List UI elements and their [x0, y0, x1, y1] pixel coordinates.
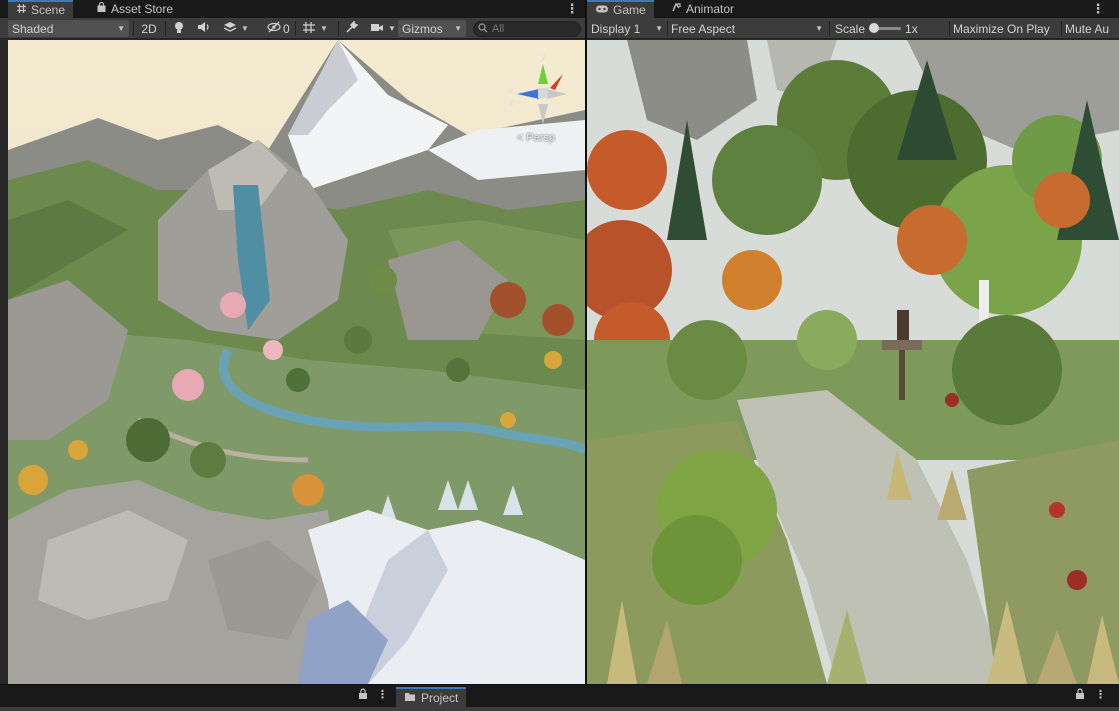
tab-animator-label: Animator: [686, 2, 735, 16]
maximize-on-play-toggle[interactable]: Maximize On Play: [949, 20, 1061, 37]
aspect-dropdown[interactable]: Free Aspect ▼: [667, 20, 827, 37]
game-render: [587, 40, 1119, 684]
gizmo-axis-z-label: z: [509, 98, 514, 109]
tools-button[interactable]: [341, 19, 361, 37]
chevron-down-icon: ▼: [320, 24, 328, 33]
lighting-toggle-button[interactable]: [169, 20, 189, 37]
chevron-down-icon: ▼: [388, 24, 396, 33]
game-viewport[interactable]: [587, 40, 1119, 684]
scene-panel: Scene Asset Store ⋮ Shaded ▼ 2D ▼ 0 ▼ ▼ …: [0, 0, 585, 684]
tab-animator[interactable]: Animator: [663, 0, 742, 18]
shading-mode-value: Shaded: [12, 21, 54, 36]
gamepad-icon: [595, 4, 609, 17]
grid-snap-icon: [302, 21, 316, 37]
bottom-left-menu-button[interactable]: ⋮: [377, 688, 388, 701]
scale-control: Scale 1x: [831, 20, 949, 37]
folder-icon: [404, 691, 416, 705]
camera-icon: [370, 22, 384, 36]
bottom-right-menu-button[interactable]: ⋮: [1095, 688, 1106, 701]
shading-mode-dropdown[interactable]: Shaded ▼: [8, 20, 129, 37]
hidden-objects-toggle[interactable]: 0: [263, 20, 293, 37]
tab-game-label: Game: [613, 3, 646, 17]
scale-value: 1x: [905, 21, 918, 36]
gizmos-label: Gizmos: [402, 21, 443, 36]
tab-scene[interactable]: Scene: [8, 0, 74, 18]
mute-audio-label: Mute Au: [1065, 21, 1110, 36]
scale-label: Scale: [835, 21, 866, 36]
bottom-panel-content: [0, 707, 1119, 711]
game-tabbar: Game Animator ⋮: [587, 0, 1119, 18]
scene-viewport[interactable]: y x z < Persp: [8, 40, 585, 684]
lock-icon[interactable]: [358, 688, 368, 702]
grid-icon: [16, 3, 27, 17]
display-value: Display 1: [591, 21, 641, 36]
chevron-down-icon: ▼: [117, 24, 125, 33]
shopping-bag-icon: [96, 1, 107, 16]
game-panel: Game Animator ⋮ Display 1 ▼ Free Aspect …: [587, 0, 1119, 684]
toggle-2d-label: 2D: [141, 21, 157, 36]
tab-project-label: Project: [421, 691, 459, 705]
scene-search[interactable]: [473, 21, 581, 37]
wrench-icon: [345, 19, 359, 37]
chevron-down-icon: ▼: [241, 24, 249, 33]
aspect-value: Free Aspect: [671, 21, 736, 36]
lock-icon[interactable]: [1075, 688, 1085, 702]
tab-scene-label: Scene: [31, 3, 66, 17]
display-dropdown[interactable]: Display 1 ▼: [587, 20, 667, 37]
camera-settings-dropdown[interactable]: ▼: [366, 20, 398, 37]
eye-slash-icon: [267, 21, 281, 36]
scene-panel-menu-button[interactable]: ⋮: [565, 0, 579, 18]
toggle-2d-button[interactable]: 2D: [137, 20, 161, 37]
tab-asset-store-label: Asset Store: [111, 2, 174, 16]
scale-slider-thumb[interactable]: [869, 23, 880, 33]
search-icon: [478, 22, 488, 36]
scene-tabbar: Scene Asset Store ⋮: [0, 0, 585, 18]
gizmos-dropdown[interactable]: Gizmos ▼: [398, 20, 466, 37]
game-toolbar: Display 1 ▼ Free Aspect ▼ Scale 1x Maxim…: [587, 18, 1119, 39]
gizmo-axis-y-label: y: [541, 52, 546, 63]
maximize-on-play-label: Maximize On Play: [953, 21, 1050, 36]
light-bulb-icon: [173, 21, 185, 37]
scene-render: [8, 40, 585, 684]
animator-icon: [671, 2, 682, 16]
scale-slider[interactable]: [869, 23, 902, 33]
scene-search-input[interactable]: [492, 23, 572, 35]
hidden-objects-count: 0: [283, 21, 290, 36]
grid-snapping-dropdown[interactable]: ▼: [298, 20, 338, 37]
layers-icon: [223, 21, 237, 36]
bottom-panel-bar: ⋮ Project ⋮: [0, 684, 1119, 711]
gizmo-axis-x-label: x: [509, 86, 514, 97]
speaker-icon: [197, 21, 210, 36]
tab-game[interactable]: Game: [587, 0, 654, 18]
effects-dropdown[interactable]: ▼: [219, 20, 259, 37]
tab-project[interactable]: Project: [396, 687, 467, 707]
chevron-down-icon: ▼: [815, 24, 823, 33]
game-panel-menu-button[interactable]: ⋮: [1091, 0, 1105, 18]
projection-label[interactable]: < Persp: [517, 132, 555, 144]
mute-audio-toggle[interactable]: Mute Au: [1061, 20, 1119, 37]
audio-toggle-button[interactable]: [193, 20, 213, 37]
scene-toolbar: Shaded ▼ 2D ▼ 0 ▼ ▼ Gizmos ▼ All: [0, 18, 585, 39]
tab-asset-store[interactable]: Asset Store: [88, 0, 181, 18]
chevron-down-icon: ▼: [454, 24, 462, 33]
chevron-down-icon: ▼: [655, 24, 663, 33]
